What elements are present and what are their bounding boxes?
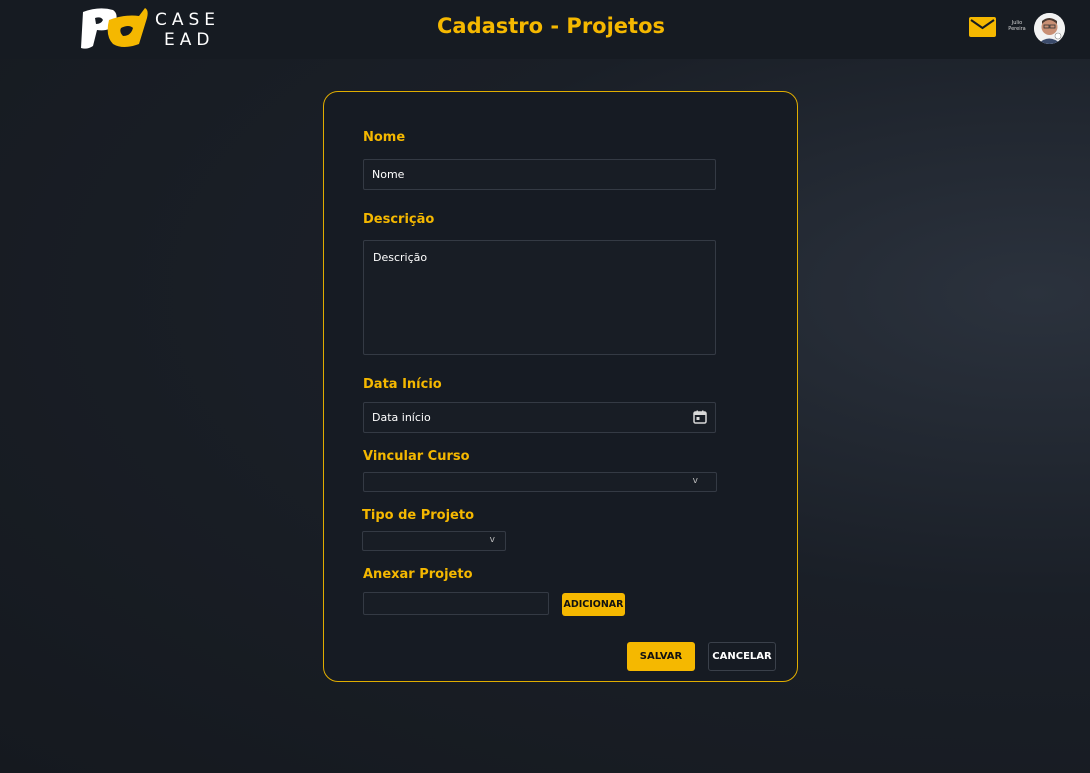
save-button[interactable]: SALVAR <box>627 642 695 671</box>
page-title: Cadastro - Projetos <box>436 14 666 38</box>
description-textarea[interactable] <box>363 240 716 355</box>
chevron-down-icon: v <box>489 535 495 545</box>
course-label: Vincular Curso <box>363 449 470 464</box>
cancel-button[interactable]: CANCELAR <box>708 642 776 671</box>
mail-icon[interactable] <box>969 17 996 37</box>
course-select[interactable]: v <box>363 472 717 492</box>
name-label: Nome <box>363 130 406 145</box>
attach-label: Anexar Projeto <box>363 567 473 582</box>
add-button[interactable]: ADICIONAR <box>562 593 625 616</box>
user-last-name: Pereira <box>1008 26 1026 32</box>
calendar-icon[interactable] <box>693 410 707 424</box>
user-name[interactable]: Julio Pereira <box>1004 20 1030 32</box>
project-type-select[interactable]: v <box>362 531 506 551</box>
avatar[interactable] <box>1034 13 1065 44</box>
name-input[interactable] <box>363 159 716 190</box>
project-form-card: Nome Descrição Data Início Vincular Curs… <box>323 91 798 682</box>
start-date-field <box>363 402 716 433</box>
start-date-label: Data Início <box>363 377 442 392</box>
attach-input[interactable] <box>363 592 549 615</box>
top-bar: CASE EAD Cadastro - Projetos Julio Perei… <box>0 0 1090 59</box>
project-type-label: Tipo de Projeto <box>362 508 475 523</box>
start-date-input[interactable] <box>363 402 716 433</box>
avatar-image <box>1034 13 1065 44</box>
chevron-down-icon: v <box>692 476 698 486</box>
description-label: Descrição <box>363 212 435 227</box>
